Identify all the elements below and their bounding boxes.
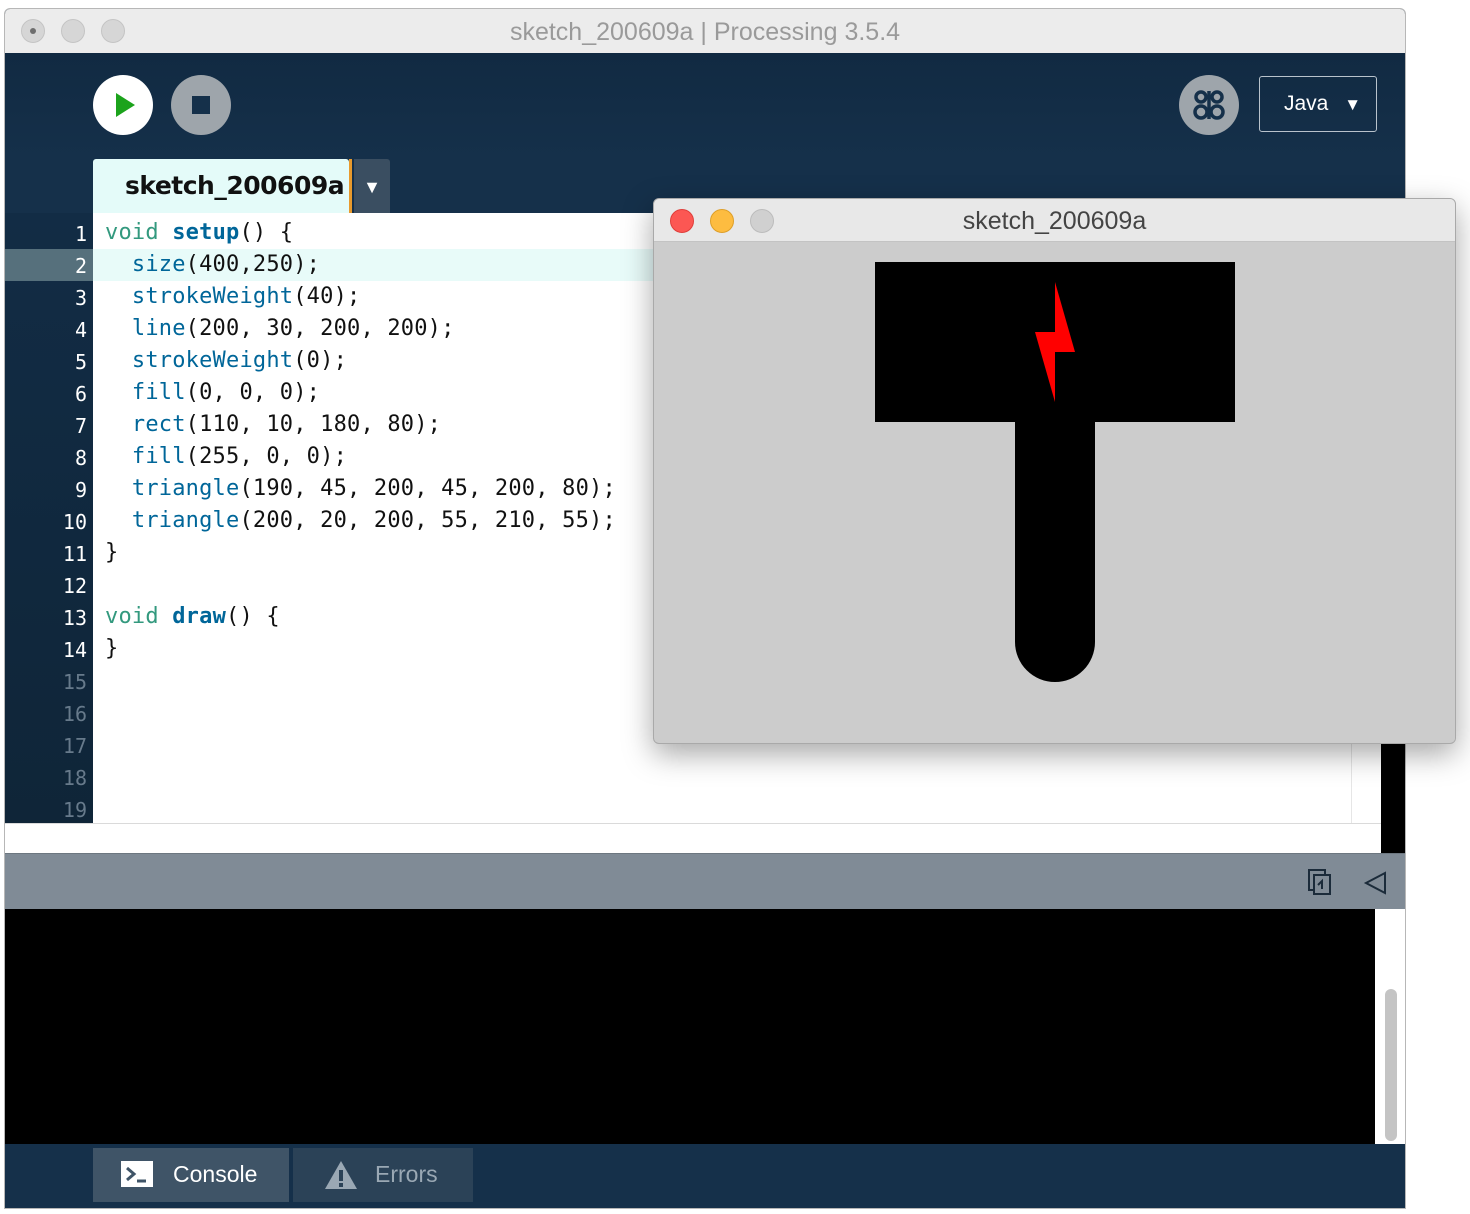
code-line[interactable]: } <box>105 540 118 565</box>
tab-console[interactable]: Console <box>93 1148 289 1202</box>
errors-tab-label: Errors <box>375 1161 438 1187</box>
line-number: 15 <box>62 670 87 694</box>
title-bar: sketch_200609a | Processing 3.5.4 <box>5 9 1405 54</box>
code-line[interactable]: line(200, 30, 200, 200); <box>105 316 455 341</box>
collapse-triangle-icon[interactable] <box>1363 870 1389 896</box>
tab-sketch[interactable]: sketch_200609a <box>93 159 349 213</box>
line-number: 3 <box>74 286 87 310</box>
line-number: 4 <box>74 318 87 342</box>
line-number: 11 <box>62 542 87 566</box>
line-number: 5 <box>74 350 87 374</box>
code-line[interactable]: triangle(190, 45, 200, 45, 200, 80); <box>105 476 616 501</box>
line-number: 18 <box>62 766 87 790</box>
console-header <box>5 853 1405 910</box>
code-line[interactable]: void setup() { <box>105 220 293 245</box>
line-number: 8 <box>74 446 87 470</box>
code-line[interactable]: strokeWeight(0); <box>105 348 347 373</box>
debugger-butterfly-icon <box>1193 90 1225 120</box>
sketch-title-bar: sketch_200609a <box>654 199 1455 242</box>
line-number: 2 <box>74 254 87 278</box>
debugger-button[interactable] <box>1179 75 1239 135</box>
line-number: 1 <box>74 222 87 246</box>
play-icon <box>116 93 135 117</box>
line-number: 10 <box>62 510 87 534</box>
code-line[interactable]: size(400,250); <box>105 252 320 277</box>
console-footer: Console Errors <box>5 1144 1405 1208</box>
sketch-output-window: sketch_200609a <box>653 198 1456 744</box>
window-title: sketch_200609a | Processing 3.5.4 <box>509 18 901 46</box>
tab-errors[interactable]: Errors <box>293 1148 473 1202</box>
console-tab-label: Console <box>173 1161 258 1187</box>
sketch-window-title: sketch_200609a <box>962 207 1147 235</box>
run-button[interactable] <box>93 75 153 135</box>
console-output[interactable] <box>5 909 1375 1144</box>
warning-icon <box>325 1161 357 1189</box>
chevron-down-icon: ▼ <box>363 177 381 197</box>
line-number: 12 <box>62 574 87 598</box>
sketch-canvas <box>655 242 1455 742</box>
stop-button[interactable] <box>171 75 231 135</box>
copy-icon[interactable] <box>1307 868 1333 896</box>
mode-selector[interactable]: Java ▼ <box>1259 76 1377 132</box>
tab-label: sketch_200609a <box>125 171 345 200</box>
code-line[interactable]: strokeWeight(40); <box>105 284 360 309</box>
code-line[interactable]: } <box>105 636 118 661</box>
code-line[interactable]: void draw() { <box>105 604 280 629</box>
tab-menu-button[interactable]: ▼ <box>354 159 390 213</box>
code-line[interactable]: fill(0, 0, 0); <box>105 380 320 405</box>
line-number: 17 <box>62 734 87 758</box>
console-scrollbar-thumb[interactable] <box>1385 989 1397 1141</box>
line-number: 6 <box>74 382 87 406</box>
mode-label: Java <box>1284 92 1329 115</box>
toolbar: Java ▼ <box>5 53 1405 159</box>
stop-icon <box>192 96 210 114</box>
line-number: 7 <box>74 414 87 438</box>
line-number: 19 <box>62 798 87 822</box>
code-line[interactable]: fill(255, 0, 0); <box>105 444 347 469</box>
terminal-icon <box>121 1161 153 1187</box>
line-number: 9 <box>74 478 87 502</box>
editor-horizontal-scrollbar[interactable] <box>5 823 1381 854</box>
console-scrollbar[interactable] <box>1375 909 1405 1144</box>
code-line[interactable]: triangle(200, 20, 200, 55, 210, 55); <box>105 508 616 533</box>
tab-modified-marker <box>349 159 352 213</box>
code-line[interactable]: rect(110, 10, 180, 80); <box>105 412 441 437</box>
line-number: 13 <box>62 606 87 630</box>
chevron-down-icon: ▼ <box>1344 95 1362 114</box>
line-number: 14 <box>62 638 87 662</box>
line-number: 16 <box>62 702 87 726</box>
